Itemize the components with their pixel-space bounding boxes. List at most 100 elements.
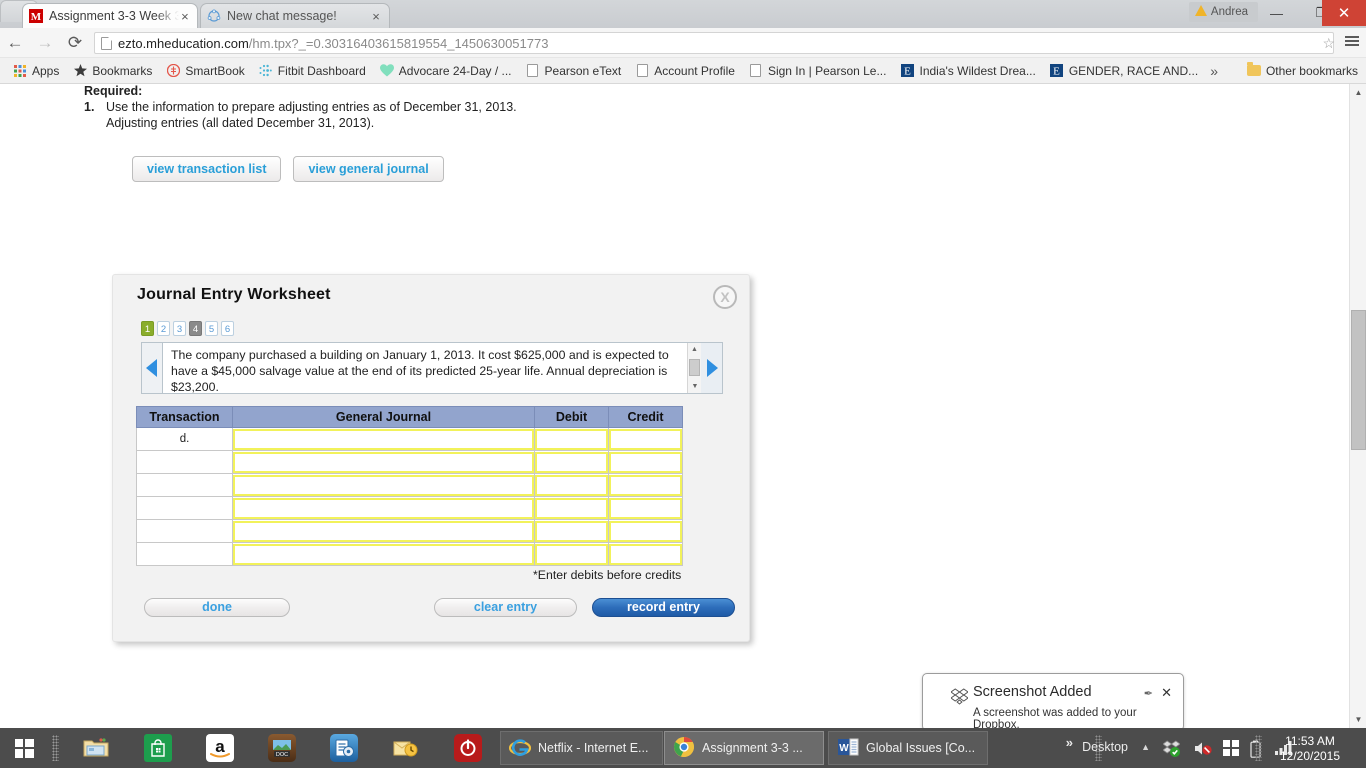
forward-icon[interactable]: → — [30, 28, 60, 58]
taskbar-grip[interactable] — [52, 735, 59, 761]
general-journal-input[interactable] — [233, 543, 534, 565]
cell-general-journal[interactable] — [232, 450, 535, 474]
window-minimize-button[interactable]: — — [1254, 0, 1299, 26]
other-bookmarks-folder[interactable]: Other bookmarks — [1246, 62, 1358, 78]
previous-step-button[interactable] — [141, 342, 163, 394]
credit-input[interactable] — [609, 520, 682, 542]
cell-credit[interactable] — [608, 450, 683, 474]
bookmark-pearson-etext[interactable]: Pearson eText — [519, 62, 629, 80]
cell-debit[interactable] — [534, 450, 609, 474]
cell-general-journal[interactable] — [232, 427, 535, 451]
credit-input[interactable] — [609, 497, 682, 519]
bookmark-fitbit[interactable]: Fitbit Dashboard — [252, 62, 373, 80]
taskbar-clock[interactable]: 11:53 AM 12/20/2015 — [1264, 734, 1356, 764]
cell-debit[interactable] — [534, 427, 609, 451]
browser-menu-icon[interactable] — [1345, 34, 1359, 48]
doc-converter-icon[interactable]: DOC — [268, 734, 296, 762]
cell-credit[interactable] — [608, 519, 683, 543]
taskbar-window-word[interactable]: W Global Issues [Co... — [828, 731, 988, 765]
step-tab-2[interactable]: 2 — [157, 321, 170, 336]
debit-input[interactable] — [535, 474, 608, 496]
step-tab-1[interactable]: 1 — [141, 321, 154, 336]
window-close-button[interactable]: ✕ — [1322, 0, 1366, 26]
back-icon[interactable]: ← — [0, 28, 30, 58]
cell-general-journal[interactable] — [232, 473, 535, 497]
step-tab-4[interactable]: 4 — [189, 321, 202, 336]
show-desktop-button[interactable] — [1255, 735, 1262, 761]
outlook-icon[interactable] — [392, 734, 420, 762]
bookmark-account-profile[interactable]: Account Profile — [628, 62, 742, 80]
view-transaction-list-button[interactable]: view transaction list — [132, 156, 282, 182]
reload-icon[interactable]: ⟳ — [60, 28, 90, 58]
bookmarks-overflow-icon[interactable]: » — [1210, 63, 1218, 79]
cell-debit[interactable] — [534, 496, 609, 520]
cell-general-journal[interactable] — [232, 542, 535, 566]
step-tab-3[interactable]: 3 — [173, 321, 186, 336]
settings-app-icon[interactable] — [330, 734, 358, 762]
credit-input[interactable] — [609, 543, 682, 565]
bookmark-star-icon[interactable]: ☆ — [1322, 35, 1335, 52]
record-entry-button[interactable]: record entry — [592, 598, 735, 617]
cell-debit[interactable] — [534, 519, 609, 543]
bookmark-gender-race-and[interactable]: E GENDER, RACE AND... — [1043, 62, 1205, 80]
done-button[interactable]: done — [144, 598, 290, 617]
debit-input[interactable] — [535, 428, 608, 450]
scrollbar-thumb[interactable] — [689, 359, 700, 376]
scroll-down-icon[interactable]: ▼ — [1350, 711, 1366, 728]
bookmark-smartbook[interactable]: SmartBook — [159, 62, 251, 80]
bookmark-apps[interactable]: Apps — [6, 62, 66, 80]
address-bar[interactable]: ezto.mheducation.com/hm.tpx?_=0.30316403… — [94, 32, 1334, 54]
dropbox-tray-icon[interactable] — [1162, 740, 1181, 757]
general-journal-input[interactable] — [233, 497, 534, 519]
cell-debit[interactable] — [534, 542, 609, 566]
step-tab-5[interactable]: 5 — [205, 321, 218, 336]
cell-credit[interactable] — [608, 473, 683, 497]
debit-input[interactable] — [535, 543, 608, 565]
tray-overflow-icon[interactable]: » — [1066, 735, 1073, 750]
taskbar-window-netflix[interactable]: Netflix - Internet E... — [500, 731, 663, 765]
profile-chip[interactable]: Andrea — [1188, 2, 1258, 22]
view-general-journal-button[interactable]: view general journal — [293, 156, 444, 182]
page-scrollbar-thumb[interactable] — [1351, 310, 1366, 450]
debit-input[interactable] — [535, 451, 608, 473]
general-journal-input[interactable] — [233, 451, 534, 473]
chevron-up-icon[interactable]: ▲ — [1141, 742, 1150, 752]
cell-general-journal[interactable] — [232, 496, 535, 520]
prompt-scrollbar[interactable]: ▲ ▼ — [687, 343, 701, 393]
shutdown-icon[interactable] — [454, 734, 482, 762]
credit-input[interactable] — [609, 451, 682, 473]
debit-input[interactable] — [535, 497, 608, 519]
pin-icon[interactable]: ✒ — [1144, 687, 1153, 700]
browser-tab-assignment[interactable]: M Assignment 3-3 Week 3 Pr × — [22, 3, 198, 28]
cell-debit[interactable] — [534, 473, 609, 497]
cell-credit[interactable] — [608, 542, 683, 566]
start-button[interactable] — [0, 728, 48, 768]
step-tab-6[interactable]: 6 — [221, 321, 234, 336]
toast-close-icon[interactable]: ✕ — [1161, 685, 1172, 701]
close-icon[interactable]: X — [713, 285, 737, 309]
dropbox-notification-toast[interactable]: Screenshot Added A screenshot was added … — [922, 673, 1184, 731]
cell-general-journal[interactable] — [232, 519, 535, 543]
bookmark-pearson-signin[interactable]: Sign In | Pearson Le... — [742, 62, 894, 80]
desktop-toolbar-label[interactable]: Desktop — [1082, 740, 1128, 754]
store-icon[interactable] — [144, 734, 172, 762]
file-explorer-icon[interactable] — [82, 734, 110, 762]
page-scrollbar[interactable]: ▲ ▼ — [1349, 84, 1366, 728]
bookmark-advocare[interactable]: Advocare 24-Day / ... — [373, 62, 519, 80]
next-step-button[interactable] — [701, 342, 723, 394]
scroll-down-icon[interactable]: ▼ — [688, 380, 701, 393]
credit-input[interactable] — [609, 428, 682, 450]
bookmark-indias-wildest-dream[interactable]: E India's Wildest Drea... — [893, 62, 1042, 80]
tab-close-icon[interactable]: × — [179, 10, 191, 23]
amazon-icon[interactable]: a — [206, 734, 234, 762]
debit-input[interactable] — [535, 520, 608, 542]
cell-credit[interactable] — [608, 427, 683, 451]
tab-close-icon[interactable]: × — [369, 10, 383, 23]
clear-entry-button[interactable]: clear entry — [434, 598, 577, 617]
cell-credit[interactable] — [608, 496, 683, 520]
volume-muted-icon[interactable] — [1194, 740, 1212, 757]
general-journal-input[interactable] — [233, 428, 534, 450]
scroll-up-icon[interactable]: ▲ — [1350, 84, 1366, 101]
general-journal-input[interactable] — [233, 520, 534, 542]
taskbar-window-assignment[interactable]: Assignment 3-3 ... — [664, 731, 824, 765]
